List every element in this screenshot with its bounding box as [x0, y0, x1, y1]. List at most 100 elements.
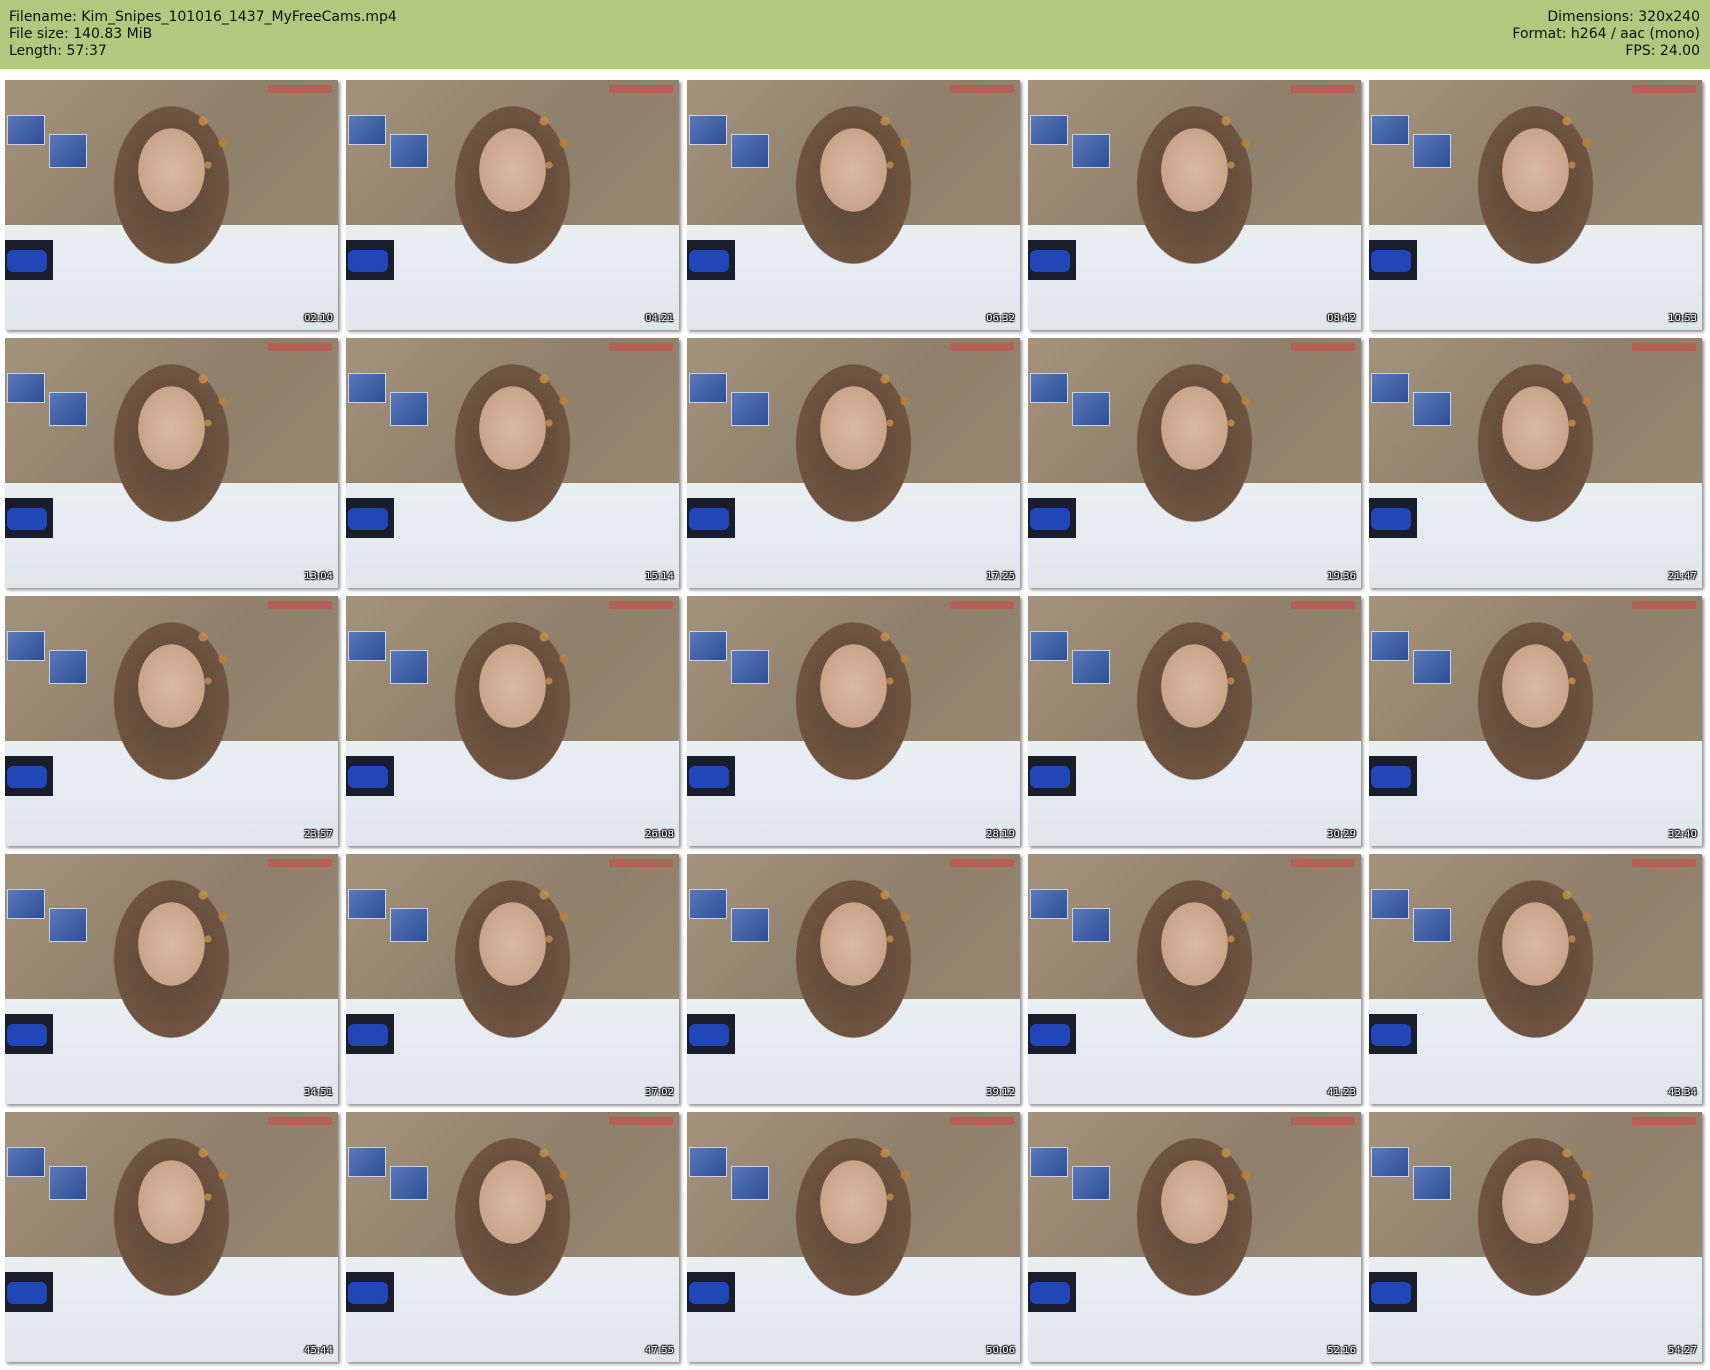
wall-poster — [7, 115, 45, 145]
video-thumbnail: 37:02 — [346, 854, 679, 1104]
wall-poster — [390, 392, 428, 426]
watermark — [609, 601, 673, 609]
cushion — [1371, 1024, 1411, 1046]
cushion — [7, 508, 47, 530]
wall-poster — [390, 134, 428, 168]
wall-poster — [1371, 115, 1409, 145]
wall-poster — [731, 650, 769, 684]
video-thumbnail: 52:16 — [1028, 1112, 1361, 1362]
wall-poster — [689, 631, 727, 661]
thumbnail-timestamp: 17:25 — [986, 571, 1015, 582]
vase-branch — [870, 88, 920, 198]
video-thumbnail: 54:27 — [1369, 1112, 1702, 1362]
cushion — [348, 1282, 388, 1304]
thumbnail-timestamp: 30:29 — [1327, 829, 1356, 840]
cushion — [1371, 508, 1411, 530]
video-thumbnail: 41:23 — [1028, 854, 1361, 1104]
wall-poster — [731, 908, 769, 942]
thumbnail-timestamp: 32:40 — [1668, 829, 1697, 840]
vase-branch — [529, 604, 579, 714]
watermark — [1632, 343, 1696, 351]
watermark — [1632, 85, 1696, 93]
vase-branch — [870, 862, 920, 972]
watermark — [609, 343, 673, 351]
thumbnail-timestamp: 41:23 — [1327, 1087, 1356, 1098]
thumbnail-timestamp: 19:36 — [1327, 571, 1356, 582]
cushion — [7, 766, 47, 788]
cushion — [1030, 1282, 1070, 1304]
wall-poster — [1072, 908, 1110, 942]
thumbnail-timestamp: 45:44 — [304, 1345, 333, 1356]
video-thumbnail: 13:04 — [5, 338, 338, 588]
format-info: Dimensions: 320x240 Format: h264 / aac (… — [1512, 9, 1700, 60]
cushion — [7, 1282, 47, 1304]
watermark — [1632, 601, 1696, 609]
vase-branch — [1552, 1120, 1602, 1230]
watermark — [950, 1117, 1014, 1125]
video-thumbnail: 19:36 — [1028, 338, 1361, 588]
wall-poster — [1072, 134, 1110, 168]
wall-poster — [1371, 631, 1409, 661]
cushion — [1030, 1024, 1070, 1046]
video-thumbnail: 21:47 — [1369, 338, 1702, 588]
watermark — [1291, 343, 1355, 351]
watermark — [950, 859, 1014, 867]
video-thumbnail: 28:19 — [687, 596, 1020, 846]
vase-branch — [1211, 88, 1261, 198]
wall-poster — [1072, 392, 1110, 426]
cushion — [689, 508, 729, 530]
wall-poster — [1030, 889, 1068, 919]
watermark — [609, 859, 673, 867]
vase-branch — [529, 346, 579, 456]
watermark — [609, 1117, 673, 1125]
wall-poster — [1072, 1166, 1110, 1200]
thumbnail-timestamp: 06:32 — [986, 313, 1015, 324]
vase-branch — [529, 88, 579, 198]
thumbnail-timestamp: 13:04 — [304, 571, 333, 582]
cushion — [689, 250, 729, 272]
wall-poster — [1413, 908, 1451, 942]
video-thumbnail: 30:29 — [1028, 596, 1361, 846]
thumbnail-timestamp: 43:34 — [1668, 1087, 1697, 1098]
video-thumbnail: 47:55 — [346, 1112, 679, 1362]
watermark — [1632, 1117, 1696, 1125]
wall-poster — [731, 392, 769, 426]
vase-branch — [188, 346, 238, 456]
vase-branch — [188, 862, 238, 972]
wall-poster — [7, 1147, 45, 1177]
video-thumbnail: 06:32 — [687, 80, 1020, 330]
video-thumbnail: 04:21 — [346, 80, 679, 330]
watermark — [268, 601, 332, 609]
wall-poster — [1030, 1147, 1068, 1177]
vase-branch — [188, 1120, 238, 1230]
thumbnail-timestamp: 34:51 — [304, 1087, 333, 1098]
wall-poster — [348, 1147, 386, 1177]
thumbnail-timestamp: 02:10 — [304, 313, 333, 324]
wall-poster — [1413, 392, 1451, 426]
cushion — [7, 1024, 47, 1046]
file-size-line: File size: 140.83 MiB — [9, 26, 153, 42]
watermark — [950, 343, 1014, 351]
thumbnail-timestamp: 50:06 — [986, 1345, 1015, 1356]
cushion — [689, 1282, 729, 1304]
thumbnail-timestamp: 47:55 — [645, 1345, 674, 1356]
vase-branch — [529, 1120, 579, 1230]
vase-branch — [1552, 346, 1602, 456]
video-thumbnail: 50:06 — [687, 1112, 1020, 1362]
vase-branch — [1211, 604, 1261, 714]
wall-poster — [49, 650, 87, 684]
watermark — [268, 85, 332, 93]
video-thumbnail: 32:40 — [1369, 596, 1702, 846]
wall-poster — [689, 373, 727, 403]
wall-poster — [1371, 1147, 1409, 1177]
wall-poster — [1413, 134, 1451, 168]
cushion — [689, 766, 729, 788]
watermark — [1291, 85, 1355, 93]
wall-poster — [49, 1166, 87, 1200]
video-thumbnail: 26:08 — [346, 596, 679, 846]
vase-branch — [1552, 862, 1602, 972]
vase-branch — [1211, 1120, 1261, 1230]
video-thumbnail: 08:42 — [1028, 80, 1361, 330]
thumbnail-timestamp: 21:47 — [1668, 571, 1697, 582]
wall-poster — [7, 631, 45, 661]
